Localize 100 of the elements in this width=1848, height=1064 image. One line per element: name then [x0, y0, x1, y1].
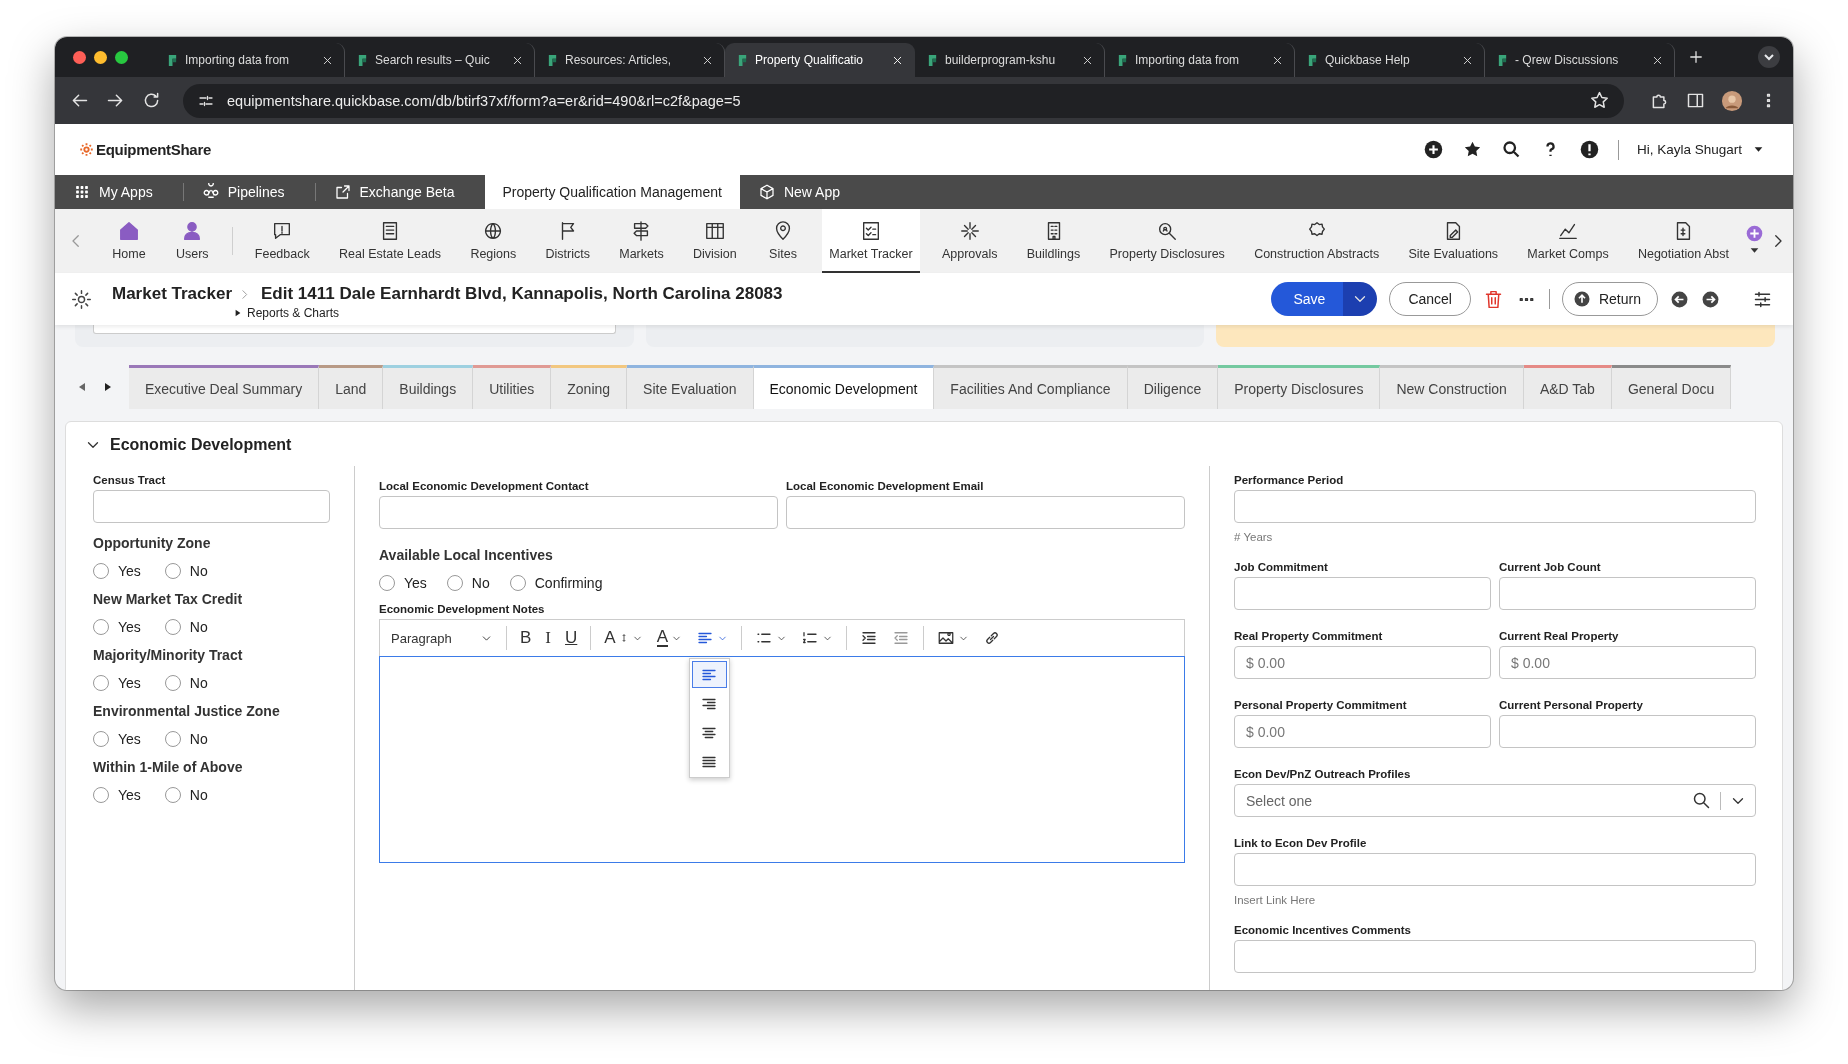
form-tab[interactable]: General Docu	[1611, 365, 1732, 409]
plus-icon[interactable]	[1687, 48, 1705, 66]
search-icon[interactable]	[1691, 790, 1712, 811]
radio-option[interactable]: No	[164, 619, 208, 635]
settings-icon[interactable]	[71, 288, 92, 310]
user-menu[interactable]: Hi, Kayla Shugart	[1636, 142, 1742, 157]
form-tab[interactable]: Land	[319, 365, 384, 409]
nav-item[interactable]: Construction Abstracts	[1247, 209, 1387, 273]
input-field[interactable]	[1234, 853, 1756, 886]
site-icon	[927, 53, 938, 67]
input-field[interactable]	[786, 496, 1185, 529]
app-tab[interactable]: Pipelines	[189, 175, 309, 209]
zoom-button[interactable]	[115, 50, 128, 64]
nav-item[interactable]: Approvals	[934, 209, 1005, 273]
input-field[interactable]	[379, 496, 778, 529]
reports-link[interactable]: Reports & Charts	[234, 306, 783, 320]
nav-item[interactable]: Users	[168, 209, 217, 273]
add-icon[interactable]	[1422, 139, 1444, 160]
app-tab[interactable]: Property Qualification Management	[484, 175, 740, 209]
app-tab[interactable]: Exchange Beta	[321, 175, 479, 209]
radio-option[interactable]: Confirming	[509, 575, 603, 591]
radio-option[interactable]: No	[446, 575, 490, 591]
form-tab[interactable]: Property Disclosures	[1218, 365, 1381, 409]
input-field[interactable]	[1234, 577, 1491, 610]
nav-item[interactable]: Sites	[759, 209, 807, 273]
radio-option[interactable]: Yes	[93, 563, 141, 579]
save-options-button[interactable]	[1343, 282, 1378, 316]
field-label: Personal Property Commitment	[1234, 699, 1408, 711]
nav-item[interactable]: Districts	[538, 209, 597, 273]
nav-item[interactable]: Site Evaluations	[1401, 209, 1506, 273]
nav-item[interactable]: Buildlings	[1019, 209, 1088, 273]
radio-option[interactable]: Yes	[93, 619, 141, 635]
form-tab[interactable]: Buildings	[383, 365, 474, 409]
app-tab[interactable]: New App	[745, 175, 864, 209]
input-field[interactable]	[1499, 577, 1756, 610]
next-record-icon[interactable]	[1701, 289, 1720, 309]
avatar[interactable]	[1721, 89, 1743, 112]
font-color-button[interactable]: A	[651, 624, 687, 652]
nav-item[interactable]: Regions	[463, 209, 524, 273]
app-tab[interactable]: My Apps	[61, 175, 177, 209]
input-field[interactable]	[1234, 940, 1756, 973]
nav-item[interactable]: Market Comps	[1520, 209, 1616, 273]
search-icon[interactable]	[1500, 139, 1522, 160]
radio-option[interactable]: No	[164, 731, 208, 747]
radio-option[interactable]: No	[164, 675, 208, 691]
font-size-button[interactable]: A	[599, 624, 648, 652]
italic-button[interactable]: I	[540, 624, 556, 652]
field-label: Economic Development Notes	[379, 603, 546, 615]
nav-item[interactable]: Feedback	[247, 209, 317, 273]
radio-option[interactable]: Yes	[93, 787, 141, 803]
field-label: New Market Tax Credit	[93, 591, 244, 607]
return-button[interactable]: Return	[1561, 282, 1658, 316]
input-field[interactable]: $ 0.00	[1234, 646, 1491, 679]
input-field[interactable]	[1234, 490, 1756, 523]
arrow-up-icon	[1572, 290, 1591, 308]
nav-item[interactable]: Division	[685, 209, 744, 273]
table-link[interactable]: Market Tracker	[112, 284, 233, 304]
next-tab-icon[interactable]	[103, 382, 113, 392]
radio-option[interactable]: No	[164, 563, 208, 579]
form-tab[interactable]: New Construction	[1380, 365, 1524, 409]
bold-button[interactable]: B	[515, 624, 537, 652]
radio-option[interactable]: Yes	[93, 675, 141, 691]
input-field[interactable]: $ 0.00	[1499, 646, 1756, 679]
input-field[interactable]	[93, 490, 330, 523]
form-tab[interactable]: Executive Deal Summary	[129, 365, 320, 409]
radio-option[interactable]: Yes	[93, 731, 141, 747]
star-icon[interactable]	[1589, 90, 1610, 111]
form-tab[interactable]: Zoning	[551, 365, 628, 409]
nav-item[interactable]: Markets	[612, 209, 671, 273]
input-field[interactable]: $ 0.00	[1234, 715, 1491, 748]
previous-tab-icon[interactable]	[77, 382, 87, 392]
radio-option[interactable]: Yes	[379, 575, 427, 591]
underline-button[interactable]: U	[560, 624, 583, 652]
previous-record-icon[interactable]	[1670, 289, 1689, 309]
form-tab[interactable]: Site Evaluation	[627, 365, 754, 409]
select-field[interactable]: Select one	[1234, 784, 1756, 817]
nav-item[interactable]: Real Estate Leads	[331, 209, 449, 273]
form-tab[interactable]: Facilities And Compliance	[934, 365, 1128, 409]
address-bar[interactable]: equipmentshare.quickbase.com/db/btirf37xf/form?a=er&rid=490&rl=c2f&page=5	[183, 83, 1624, 118]
field-label: Majority/Minority Tract	[93, 647, 244, 663]
save-button[interactable]: Save	[1271, 282, 1344, 316]
block-format-dropdown[interactable]: Paragraph	[386, 624, 498, 652]
input-field[interactable]	[1499, 715, 1756, 748]
tab-search-button[interactable]	[1757, 45, 1781, 69]
radio-option[interactable]: No	[164, 787, 208, 803]
form-tab[interactable]: Utilities	[473, 365, 552, 409]
browser-tab[interactable]: Property Qualificatio	[725, 43, 915, 77]
alert-icon[interactable]	[1578, 139, 1600, 160]
nav-item[interactable]: Home	[105, 209, 153, 273]
align-option[interactable]	[692, 661, 727, 688]
nav-item[interactable]: Property Disclosures	[1102, 209, 1232, 273]
form-tab[interactable]: A&D Tab	[1523, 365, 1612, 409]
form-tab[interactable]: Economic Development	[753, 365, 935, 409]
form-tab[interactable]: Diligence	[1127, 365, 1219, 409]
nav-item[interactable]: Market Tracker	[822, 209, 920, 273]
close-window-button[interactable]	[73, 50, 86, 64]
caret-icon	[234, 309, 242, 317]
cancel-button[interactable]: Cancel	[1389, 282, 1471, 316]
nav-item[interactable]: Negotiation Abst	[1630, 209, 1736, 273]
minimize-button[interactable]	[94, 50, 107, 64]
